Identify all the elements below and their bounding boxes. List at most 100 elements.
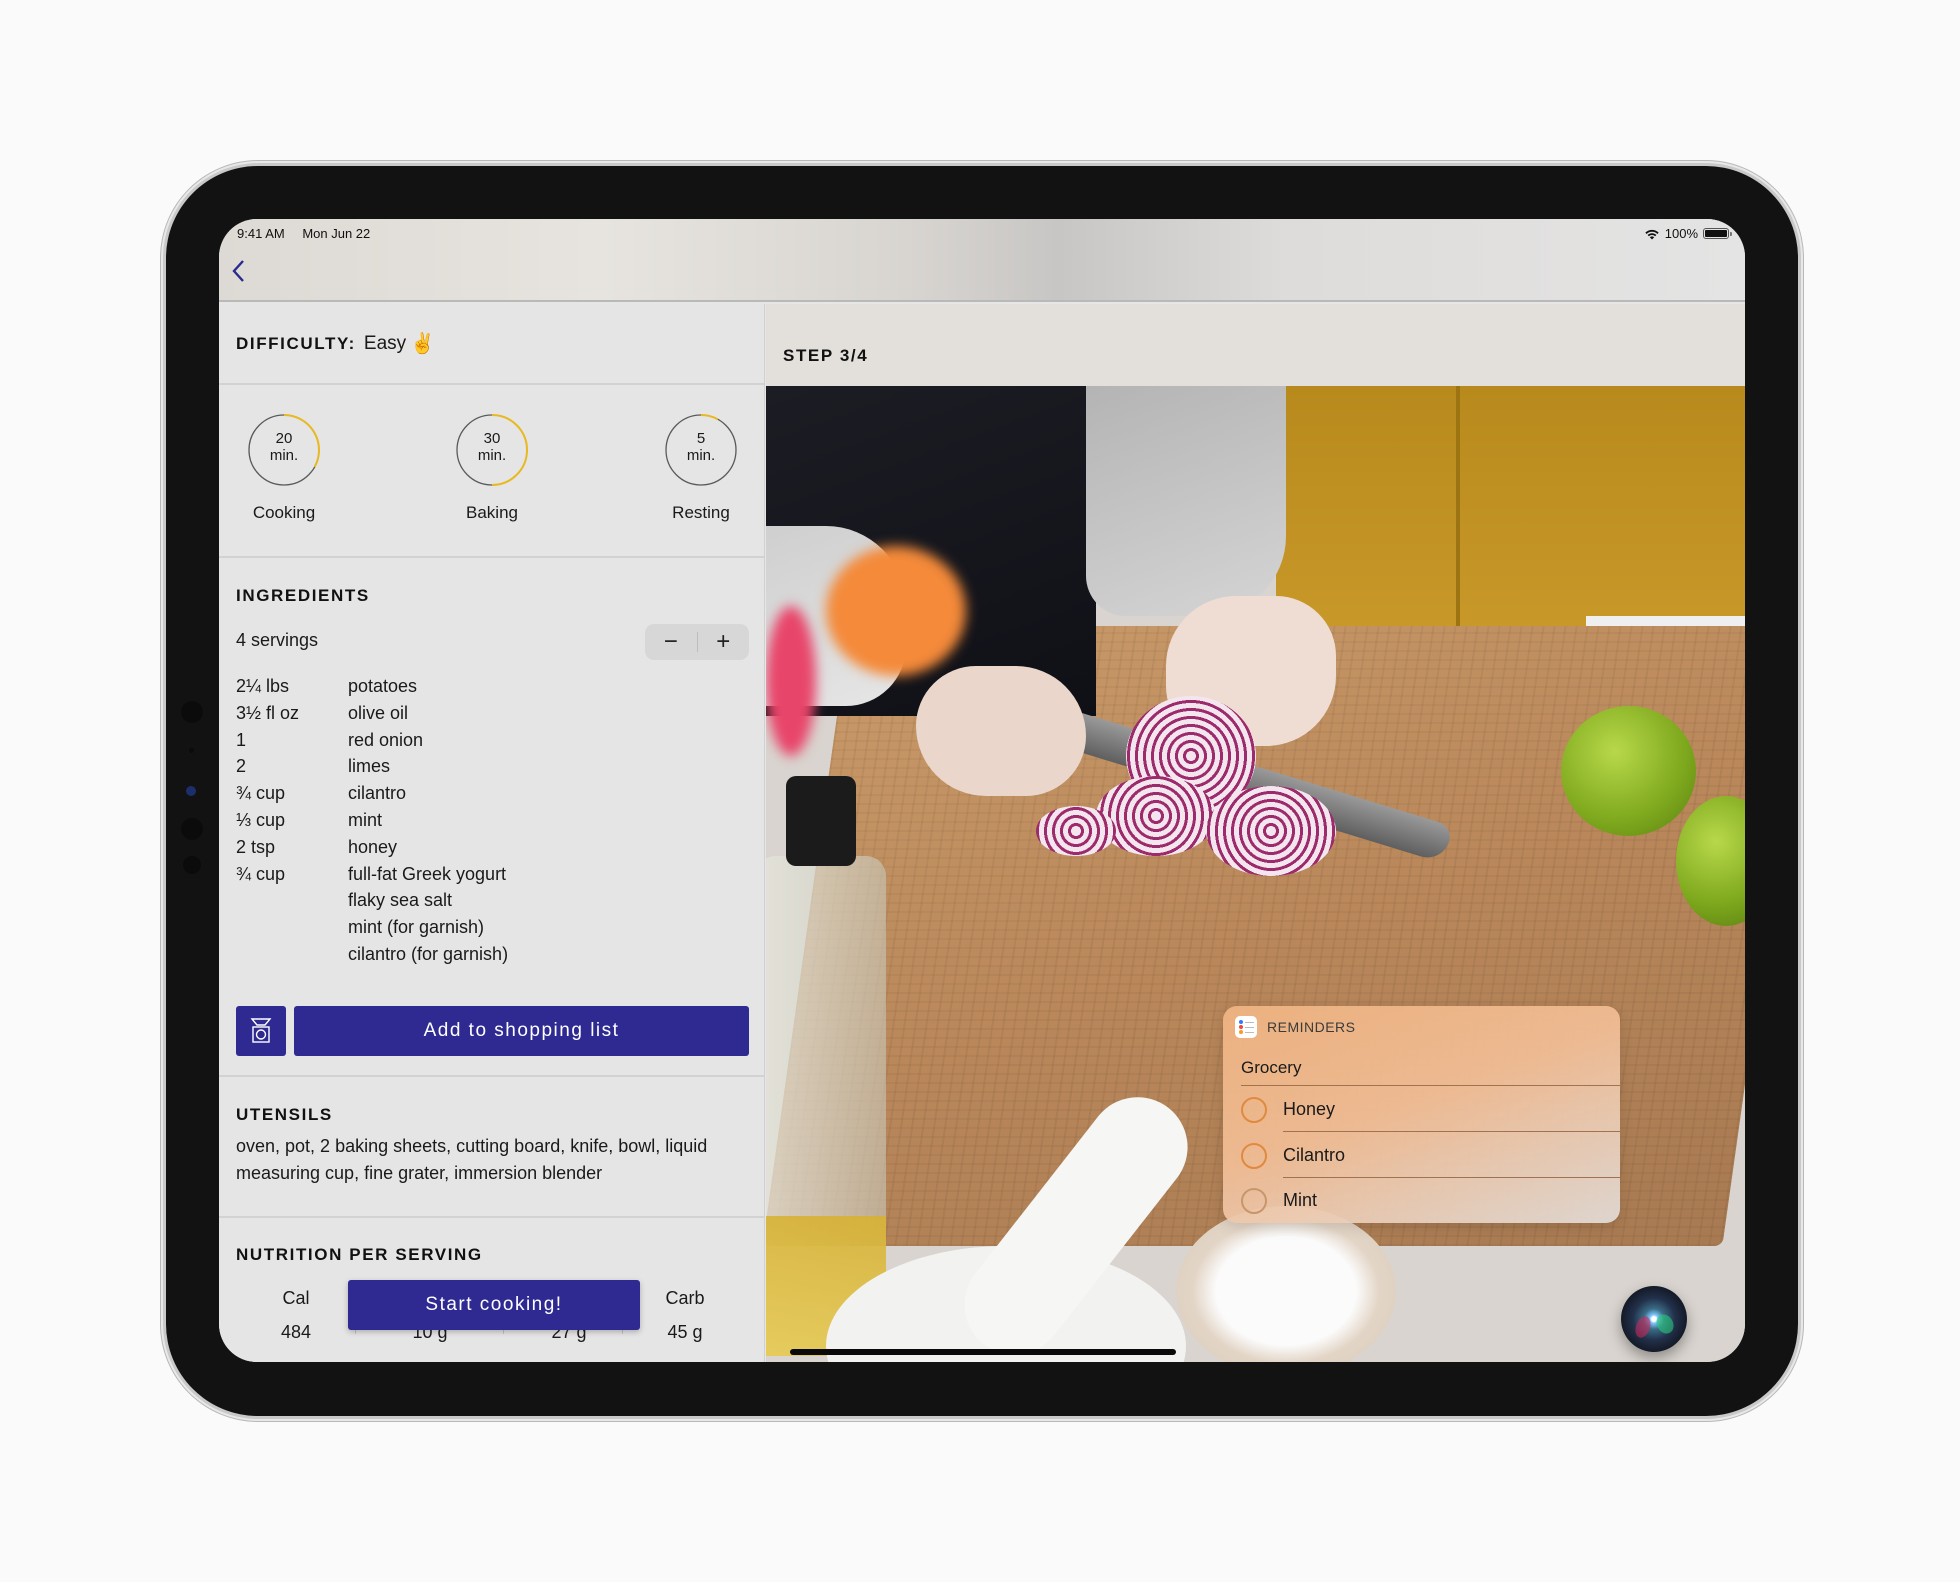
ingredient-quantity: 2 tsp bbox=[236, 836, 276, 857]
recipe-details-panel: DIFFICULTY: Easy ✌ 20 min. Cooking 30 mi… bbox=[219, 304, 765, 1362]
reminder-list-name: Grocery bbox=[1241, 1058, 1302, 1077]
status-bar-right: 100% bbox=[1644, 226, 1732, 241]
step-panel: STEP 3/4 REMINDERS Grocery Honey Cilantr… bbox=[766, 304, 1745, 1362]
nutrition-item: Carb 45 g bbox=[625, 1288, 745, 1343]
nutrition-value: 484 bbox=[280, 1322, 312, 1342]
sensor bbox=[181, 701, 203, 723]
nutrition-title: NUTRITION PER SERVING bbox=[236, 1245, 483, 1264]
ingredient-name: mint (for garnish) bbox=[348, 917, 485, 938]
kitchen-scale-icon bbox=[250, 1018, 272, 1043]
timer-value: 5 bbox=[696, 430, 706, 447]
front-camera-icon bbox=[186, 786, 196, 796]
timer-unit: min. bbox=[686, 447, 716, 464]
shopping-actions: Add to shopping list bbox=[236, 1006, 749, 1056]
timer-progress-arc bbox=[700, 414, 719, 421]
reminder-text: Mint bbox=[1283, 1190, 1318, 1210]
timer-ring: 20 min. bbox=[247, 413, 321, 487]
ingredient-quantity bbox=[236, 914, 348, 941]
servings-count: 4 servings bbox=[236, 630, 319, 650]
ingredient-row: 2 limes bbox=[236, 753, 508, 780]
step-photo: REMINDERS Grocery Honey Cilantro Mint bbox=[766, 386, 1745, 1362]
reminder-item[interactable]: Honey bbox=[1241, 1087, 1620, 1132]
servings-stepper: − + bbox=[645, 624, 749, 660]
ingredient-row: cilantro (for garnish) bbox=[236, 941, 508, 968]
add-to-shopping-list-button[interactable]: Add to shopping list bbox=[294, 1006, 749, 1056]
kitchen-scale-button[interactable] bbox=[236, 1006, 286, 1056]
ingredient-row: 1 red onion bbox=[236, 727, 508, 754]
timer-value: 30 bbox=[483, 430, 501, 447]
timer-cooking[interactable]: 20 min. Cooking bbox=[234, 413, 334, 523]
reminder-item[interactable]: Cilantro bbox=[1241, 1133, 1620, 1178]
timer-ring: 5 min. bbox=[664, 413, 738, 487]
difficulty-section: DIFFICULTY: Easy ✌ bbox=[219, 304, 764, 385]
timer-value: 20 bbox=[275, 430, 293, 447]
increase-servings-button[interactable]: + bbox=[698, 624, 750, 660]
ingredient-name: potatoes bbox=[348, 676, 418, 696]
timer-ring: 30 min. bbox=[455, 413, 529, 487]
sensor bbox=[181, 818, 203, 840]
siri-orb-icon[interactable] bbox=[1621, 1286, 1687, 1352]
ingredient-name: full-fat Greek yogurt bbox=[348, 863, 507, 884]
timer-unit: min. bbox=[477, 447, 507, 464]
ingredient-row: 2¼ lbs potatoes bbox=[236, 673, 508, 700]
ingredient-quantity: ¾ cup bbox=[236, 783, 286, 804]
ingredient-list: 2¼ lbs potatoes 3½ fl oz olive oil 1 red on… bbox=[236, 673, 508, 968]
ingredient-quantity: ⅓ cup bbox=[236, 809, 286, 830]
navigation-bar: 9:41 AM Mon Jun 22 100% bbox=[219, 219, 1745, 302]
battery-percent: 100% bbox=[1664, 226, 1698, 241]
reminder-text: Cilantro bbox=[1283, 1145, 1346, 1165]
difficulty-label: DIFFICULTY: bbox=[236, 333, 356, 353]
ingredient-row: ⅓ cup mint bbox=[236, 807, 508, 834]
nutrition-item: Cal 484 bbox=[236, 1288, 356, 1343]
ingredient-name: cilantro bbox=[348, 783, 407, 804]
sensor-dot bbox=[189, 748, 194, 753]
timer-baking[interactable]: 30 min. Baking bbox=[442, 413, 542, 523]
ingredient-quantity bbox=[236, 941, 348, 968]
utensils-section: UTENSILS oven, pot, 2 baking sheets, cut… bbox=[219, 1077, 764, 1218]
step-indicator: STEP 3/4 bbox=[783, 346, 869, 365]
start-cooking-button[interactable]: Start cooking! bbox=[348, 1280, 640, 1330]
back-button[interactable] bbox=[231, 259, 245, 289]
reminder-item[interactable]: Mint bbox=[1241, 1178, 1620, 1223]
timer-resting[interactable]: 5 min. Resting bbox=[651, 413, 751, 523]
victory-hand-icon: ✌ bbox=[410, 333, 436, 355]
status-date: Mon Jun 22 bbox=[302, 226, 371, 241]
step-header: STEP 3/4 bbox=[766, 304, 1745, 386]
ingredient-name: flaky sea salt bbox=[348, 890, 453, 911]
ingredient-quantity: 2 bbox=[236, 756, 247, 777]
reminder-checkbox[interactable] bbox=[1241, 1096, 1267, 1123]
nutrition-section: NUTRITION PER SERVING Cal 484 10 g 27 g … bbox=[219, 1218, 764, 1362]
ingredient-name: mint bbox=[348, 809, 383, 830]
utensils-title: UTENSILS bbox=[236, 1105, 333, 1124]
reminder-checkbox[interactable] bbox=[1241, 1142, 1267, 1169]
screen: 9:41 AM Mon Jun 22 100% DIFFICULTY: Easy… bbox=[219, 219, 1745, 1362]
ingredient-name: cilantro (for garnish) bbox=[348, 943, 509, 964]
reminder-checkbox[interactable] bbox=[1241, 1187, 1267, 1214]
reminders-header: REMINDERS bbox=[1235, 1016, 1356, 1038]
ingredient-row: mint (for garnish) bbox=[236, 914, 508, 941]
reminder-text: Honey bbox=[1283, 1099, 1336, 1119]
reminders-app-icon bbox=[1235, 1016, 1257, 1038]
ingredient-quantity: 3½ fl oz bbox=[236, 702, 300, 723]
ingredient-row: 3½ fl oz olive oil bbox=[236, 700, 508, 727]
status-bar-left: 9:41 AM Mon Jun 22 bbox=[237, 226, 384, 241]
home-indicator[interactable] bbox=[790, 1349, 1176, 1355]
ingredient-quantity bbox=[236, 887, 348, 914]
timer-unit: min. bbox=[269, 447, 299, 464]
ingredient-row: ¾ cup cilantro bbox=[236, 780, 508, 807]
ingredient-row: flaky sea salt bbox=[236, 887, 508, 914]
timer-label: Resting bbox=[672, 503, 730, 522]
ingredients-section: INGREDIENTS 4 servings − + 2¼ lbs potatoe… bbox=[219, 558, 764, 1077]
reminders-widget: REMINDERS Grocery Honey Cilantro Mint bbox=[1223, 1006, 1620, 1223]
nutrition-value: 45 g bbox=[667, 1322, 703, 1342]
ingredient-name: olive oil bbox=[348, 702, 409, 723]
ingredient-quantity: 1 bbox=[236, 729, 247, 750]
nutrition-label: Cal bbox=[282, 1288, 310, 1308]
difficulty-value: Easy bbox=[363, 332, 407, 354]
ingredient-row: 2 tsp honey bbox=[236, 834, 508, 861]
ingredient-row: ¾ cup full-fat Greek yogurt bbox=[236, 861, 508, 888]
decrease-servings-button[interactable]: − bbox=[645, 624, 697, 660]
sensor bbox=[183, 856, 201, 874]
ingredient-name: limes bbox=[348, 756, 391, 777]
ingredients-title: INGREDIENTS bbox=[236, 586, 370, 605]
